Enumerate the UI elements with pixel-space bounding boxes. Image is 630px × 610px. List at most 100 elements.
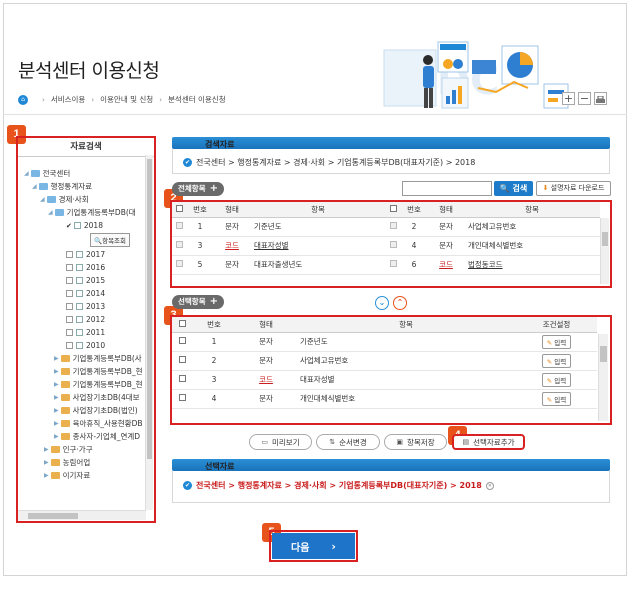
print-button[interactable] <box>594 92 607 105</box>
tree-item[interactable]: ▶ 종사자-기업체_연계D <box>24 430 144 443</box>
selected-items-scrollbar[interactable] <box>598 334 608 421</box>
plus-icon: + <box>209 183 218 194</box>
tree-item[interactable]: ▶ 사업장기초DB(4대보 <box>24 391 144 404</box>
illustration-panel-top-bar <box>440 44 466 50</box>
scroll-thumb[interactable] <box>28 513 78 519</box>
tree-horizontal-scrollbar[interactable] <box>18 510 146 520</box>
scroll-thumb[interactable] <box>600 346 607 362</box>
tree-item[interactable]: 2012 <box>24 313 144 326</box>
condition-input-button[interactable]: ✎ 입력 <box>541 334 572 349</box>
tree-item[interactable]: ▶ 사업장기초DB(법인) <box>24 404 144 417</box>
tree-vertical-scrollbar[interactable] <box>145 155 153 510</box>
checkbox[interactable] <box>66 342 73 349</box>
zoom-out-button[interactable]: − <box>578 92 591 105</box>
tree-item[interactable]: 2014 <box>24 287 144 300</box>
col-header: 형태 <box>236 317 296 333</box>
tree-item[interactable]: 2010 <box>24 339 144 352</box>
illustration-bar-2 <box>452 90 456 104</box>
tree-item[interactable]: ▶ 농림어업 <box>24 456 144 469</box>
tree-item[interactable]: 2016 <box>24 261 144 274</box>
condition-input-button[interactable]: ✎ 입력 <box>541 391 572 406</box>
table-icon <box>76 316 83 323</box>
breadcrumb-item[interactable]: 분석센터 이용신청 <box>168 94 226 105</box>
all-items-scrollbar[interactable] <box>600 218 609 284</box>
tree-item[interactable]: ◢ 행정통계자료 <box>24 180 144 193</box>
table-row[interactable]: 2 문자 사업체고유번호 ✎ 입력 <box>172 351 597 371</box>
table-row[interactable]: 1 문자 기준년도 2 문자 사업체고유번호 <box>172 217 600 237</box>
tree-item-selected[interactable]: ✔ 2018 <box>24 219 144 232</box>
tree-item[interactable]: ▶ 기업통계등록부DB_현 <box>24 378 144 391</box>
select-all-checkbox[interactable] <box>175 204 183 212</box>
item-lookup-button[interactable]: 🔍항목조회 <box>90 233 131 247</box>
checkbox[interactable] <box>66 303 73 310</box>
tree-item[interactable]: 2015 <box>24 274 144 287</box>
select-all-checkbox[interactable] <box>389 204 397 212</box>
add-selected-button[interactable]: ▤ 선택자료추가 <box>452 434 525 450</box>
condition-input-button[interactable]: ✎ 입력 <box>541 353 572 368</box>
checkbox[interactable] <box>66 290 73 297</box>
row-checkbox[interactable] <box>175 222 183 229</box>
tree-item[interactable]: 2011 <box>24 326 144 339</box>
folder-icon <box>50 472 60 479</box>
condition-input-button[interactable]: ✎ 입력 <box>541 372 572 387</box>
row-checkbox[interactable] <box>389 222 397 229</box>
download-button[interactable]: ⬇ 설명자료 다운로드 <box>536 181 611 196</box>
row-checkbox[interactable] <box>178 394 186 401</box>
zoom-in-button[interactable]: + <box>562 92 575 105</box>
checkbox[interactable] <box>66 329 73 336</box>
tree-item[interactable]: ▶ 기업통계등록부DB(사 <box>24 352 144 365</box>
move-up-button[interactable]: ⌃ <box>393 296 407 310</box>
row-checkbox[interactable] <box>178 337 186 344</box>
move-down-button[interactable]: ⌄ <box>375 296 389 310</box>
checkmark-icon[interactable]: ✔ <box>66 222 72 230</box>
tree-item[interactable]: ◢ 경제·사회 <box>24 193 144 206</box>
tree-item[interactable]: ▶ 육아휴직_사용현황DB <box>24 417 144 430</box>
preview-button[interactable]: ▭ 미리보기 <box>249 434 312 450</box>
checkbox[interactable] <box>66 264 73 271</box>
tree-item[interactable]: ▶ 이기자료 <box>24 469 144 482</box>
tree-item[interactable]: ◢ 전국센터 <box>24 167 144 180</box>
row-checkbox[interactable] <box>175 260 183 267</box>
table-row[interactable]: 3 코드 대표자성별 4 문자 개인대체식별번호 <box>172 236 600 256</box>
scroll-thumb[interactable] <box>147 159 152 459</box>
search-input[interactable] <box>402 181 492 196</box>
checkbox[interactable] <box>66 277 73 284</box>
chevron-down-icon: ⌄ <box>378 298 386 307</box>
tree-item[interactable]: 2013 <box>24 300 144 313</box>
row-checkbox[interactable] <box>389 260 397 267</box>
collapsed-arrow-icon: ▶ <box>54 420 59 427</box>
remove-icon[interactable]: ✕ <box>485 481 494 490</box>
next-button[interactable]: 다음 › <box>272 533 355 559</box>
row-checkbox[interactable] <box>389 241 397 248</box>
item-lookup-row: 🔍항목조회 <box>24 232 144 248</box>
breadcrumb-item[interactable]: 이용안내 및 신청 <box>100 94 153 105</box>
selected-items-label[interactable]: 선택항목 + <box>172 295 224 309</box>
tree-item[interactable]: ▶ 인구·가구 <box>24 443 144 456</box>
table-row[interactable]: 3 코드 대표자성별 ✎ 입력 <box>172 370 597 390</box>
select-all-checkbox[interactable] <box>178 319 186 327</box>
row-checkbox[interactable] <box>175 241 183 248</box>
collapsed-arrow-icon: ▶ <box>44 472 49 479</box>
table-row[interactable]: 1 문자 기준년도 ✎ 입력 <box>172 332 597 352</box>
table-icon <box>76 264 83 271</box>
home-icon[interactable]: ⌂ <box>18 94 28 105</box>
table-header-row: 번호 형태 항목 조건설정 <box>172 317 597 333</box>
folder-icon <box>30 170 40 177</box>
table-icon <box>76 342 83 349</box>
checkbox[interactable] <box>66 316 73 323</box>
tree-item[interactable]: ◢ 기업통계등록부DB(대 <box>24 206 144 219</box>
table-row[interactable]: 5 문자 대표자출생년도 6 코드 법정동코드 <box>172 255 600 275</box>
tree-item[interactable]: ▶ 기업통계등록부DB_현 <box>24 365 144 378</box>
tree-item[interactable]: 2017 <box>24 248 144 261</box>
all-items-label[interactable]: 전체항목 + <box>172 182 224 196</box>
reorder-button[interactable]: ⇅ 순서변경 <box>316 434 380 450</box>
selected-data-bar <box>172 459 610 471</box>
breadcrumb-item[interactable]: 서비스이용 <box>51 94 86 105</box>
scroll-thumb[interactable] <box>602 232 608 246</box>
search-button[interactable]: 🔍 검색 <box>494 181 533 196</box>
row-checkbox[interactable] <box>178 375 186 382</box>
checkbox[interactable] <box>66 251 73 258</box>
row-checkbox[interactable] <box>178 356 186 363</box>
table-row[interactable]: 4 문자 개인대체식별번호 ✎ 입력 <box>172 389 597 409</box>
save-items-button[interactable]: ▣ 항목저장 <box>384 434 447 450</box>
